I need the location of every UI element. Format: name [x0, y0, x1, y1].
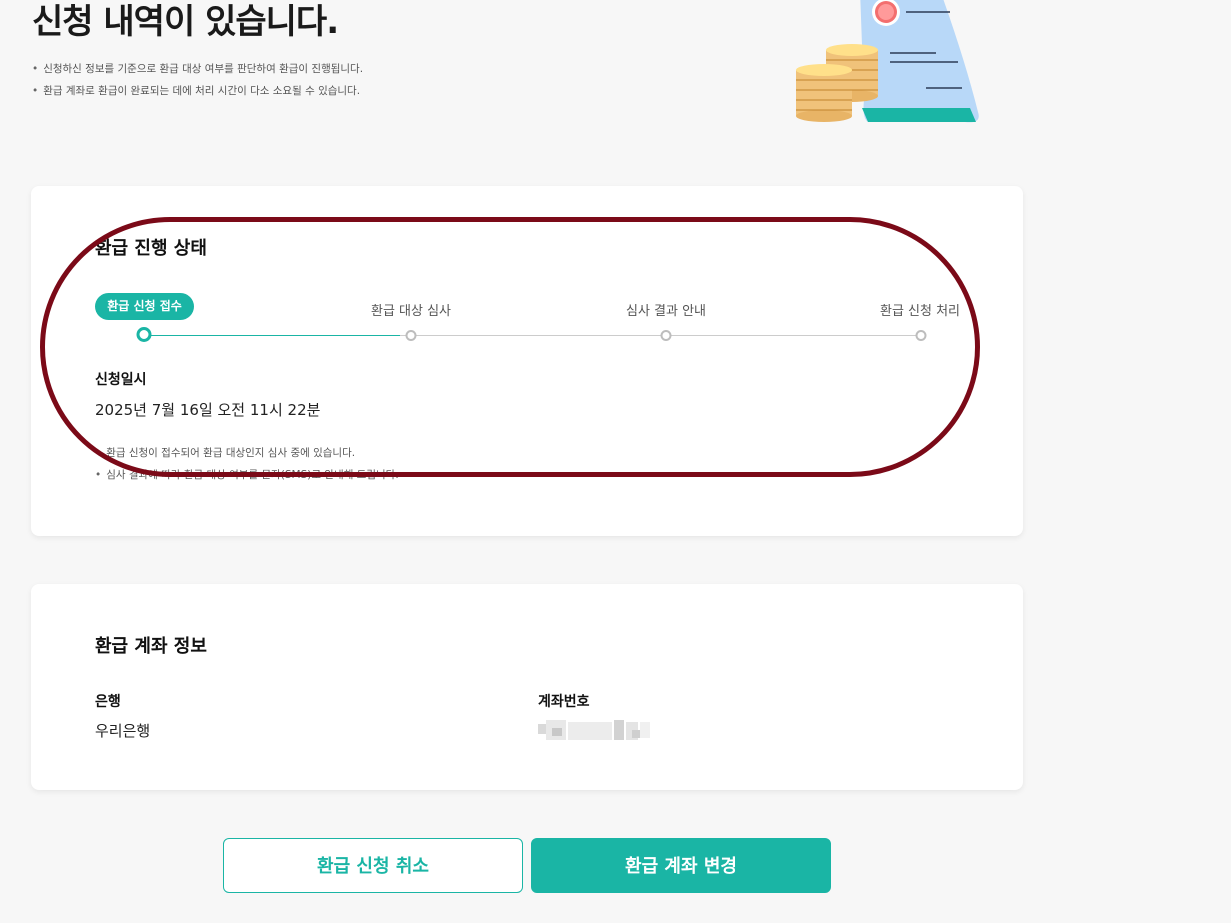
step-dot	[405, 330, 417, 341]
step-active-label: 환급 신청 접수	[95, 293, 194, 320]
account-number-masked	[538, 720, 650, 740]
header-note: 신청하신 정보를 기준으로 환급 대상 여부를 판단하여 환급이 진행됩니다.	[32, 61, 363, 83]
page-title: 신청 내역이 있습니다.	[32, 2, 339, 42]
refund-illustration	[796, 0, 979, 123]
account-number-label: 계좌번호	[538, 694, 590, 710]
progress-track	[143, 335, 921, 336]
refund-account-card: 환급 계좌 정보 은행 우리은행 계좌번호	[31, 584, 1023, 790]
card-title: 환급 계좌 정보	[95, 636, 207, 657]
step-label: 환급 대상 심사	[370, 304, 452, 319]
coin-stack-icon	[796, 64, 852, 122]
status-note: 심사 결과에 따라 환급 대상 여부를 문자(SMS)로 안내해 드립니다.	[95, 467, 398, 489]
applied-at-value: 2025년 7월 16일 오전 11시 22분	[95, 401, 321, 419]
bank-value: 우리은행	[95, 722, 151, 740]
header-note: 환급 계좌로 환급이 완료되는 데에 처리 시간이 다소 소요될 수 있습니다.	[32, 83, 363, 105]
card-title: 환급 진행 상태	[95, 238, 207, 259]
progress-fill	[143, 335, 400, 336]
header-notes: 신청하신 정보를 기준으로 환급 대상 여부를 판단하여 환급이 진행됩니다. …	[32, 61, 363, 105]
change-account-button[interactable]: 환급 계좌 변경	[531, 838, 831, 893]
step-label: 환급 신청 처리	[879, 304, 961, 319]
step-dot	[660, 330, 672, 341]
status-notes: 환급 신청이 접수되어 환급 대상인지 심사 중에 있습니다. 심사 결과에 따…	[95, 445, 399, 489]
refund-status-card: 환급 진행 상태 환급 신청 접수 환급 대상 심사 심사 결과 안내 환급 신…	[31, 186, 1023, 536]
cancel-refund-button[interactable]: 환급 신청 취소	[223, 838, 523, 893]
step-label: 심사 결과 안내	[625, 304, 707, 319]
bank-label: 은행	[95, 694, 121, 710]
status-note: 환급 신청이 접수되어 환급 대상인지 심사 중에 있습니다.	[95, 445, 399, 467]
step-dot-active	[136, 327, 152, 342]
step-dot	[915, 330, 927, 341]
applied-at-label: 신청일시	[95, 372, 147, 388]
